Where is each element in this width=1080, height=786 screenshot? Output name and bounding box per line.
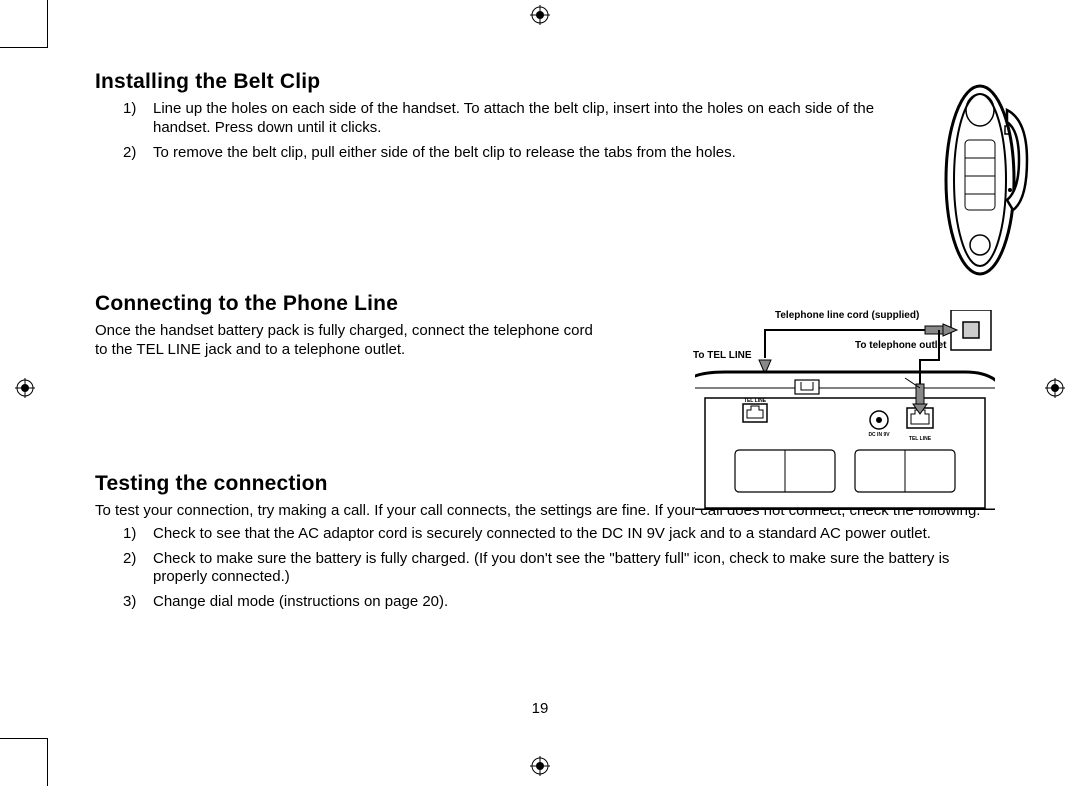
section-phone-line: Connecting to the Phone Line Once the ha…: [95, 292, 995, 462]
step-text: Line up the holes on each side of the ha…: [153, 100, 874, 136]
page-number: 19: [532, 700, 549, 717]
crop-mark: [47, 738, 48, 786]
list-item: 1) Check to see that the AC adaptor cord…: [123, 525, 995, 544]
step-text: Check to make sure the battery is fully …: [153, 550, 949, 586]
step-text: Check to see that the AC adaptor cord is…: [153, 525, 931, 542]
jack-label: TEL LINE: [744, 398, 767, 404]
list-item: 3) Change dial mode (instructions on pag…: [123, 593, 995, 612]
step-number: 1): [123, 100, 149, 119]
registration-mark-icon: [530, 5, 550, 25]
belt-clip-steps: 1) Line up the holes on each side of the…: [95, 100, 885, 162]
section-belt-clip: Installing the Belt Clip 1) Line up the …: [95, 70, 995, 280]
list-item: 2) To remove the belt clip, pull either …: [123, 144, 885, 163]
step-number: 3): [123, 593, 149, 612]
step-text: To remove the belt clip, pull either sid…: [153, 144, 736, 161]
crop-mark: [0, 738, 48, 739]
step-text: Change dial mode (instructions on page 2…: [153, 593, 448, 610]
step-number: 2): [123, 144, 149, 163]
list-item: 1) Line up the holes on each side of the…: [123, 100, 885, 138]
page-content: Installing the Belt Clip 1) Line up the …: [95, 70, 995, 618]
phone-line-intro: Once the handset battery pack is fully c…: [95, 322, 605, 360]
registration-mark-icon: [15, 378, 35, 398]
crop-mark: [47, 0, 48, 48]
testing-steps: 1) Check to see that the AC adaptor cord…: [95, 525, 995, 612]
heading-phone-line: Connecting to the Phone Line: [95, 292, 605, 316]
base-connection-figure: Telephone line cord (supplied) To TEL LI…: [695, 310, 995, 510]
step-number: 2): [123, 550, 149, 569]
list-item: 2) Check to make sure the battery is ful…: [123, 550, 995, 588]
handset-belt-clip-figure: [935, 80, 1035, 280]
registration-mark-icon: [530, 756, 550, 776]
jack-label: DC IN 9V: [868, 432, 890, 438]
registration-mark-icon: [1045, 378, 1065, 398]
crop-mark: [0, 47, 48, 48]
heading-belt-clip: Installing the Belt Clip: [95, 70, 885, 94]
step-number: 1): [123, 525, 149, 544]
jack-label: TEL LINE: [909, 436, 932, 442]
